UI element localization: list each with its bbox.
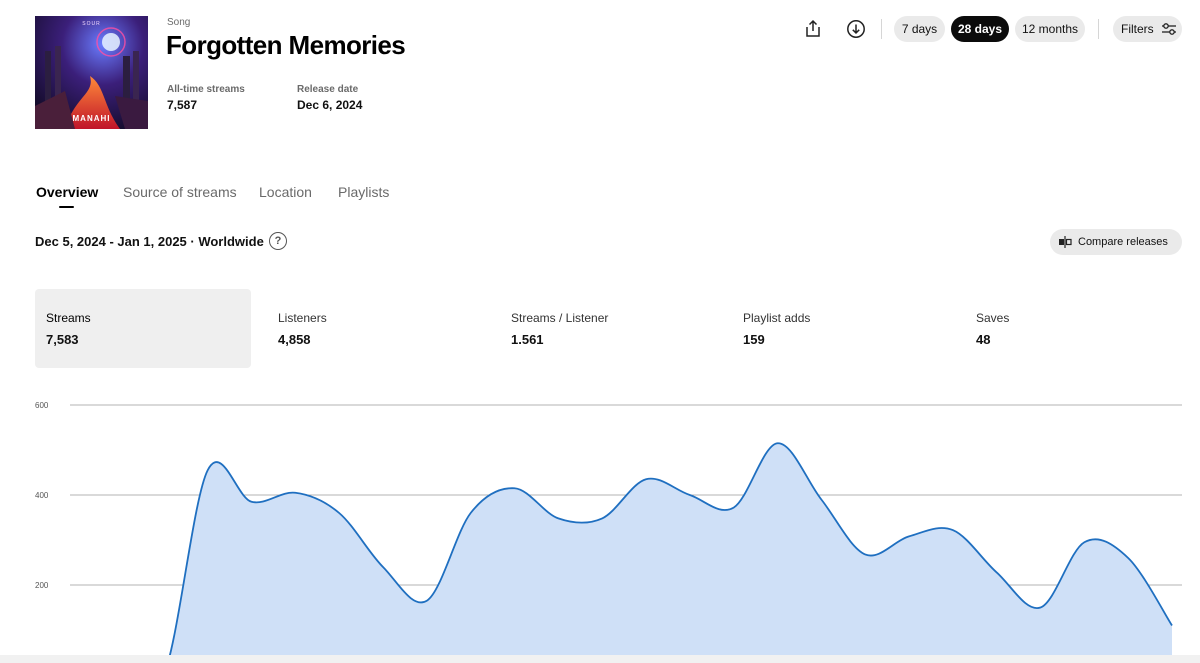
data-point[interactable] (599, 515, 605, 521)
metric-value: 48 (976, 332, 991, 347)
y-tick-label: 200 (35, 581, 49, 590)
metric-value: 159 (743, 332, 765, 347)
data-point[interactable] (1038, 605, 1044, 611)
data-point[interactable] (468, 510, 474, 516)
data-point[interactable] (643, 476, 649, 482)
metric-label: Saves (976, 311, 1010, 325)
range-7-days[interactable]: 7 days (894, 16, 945, 42)
compare-releases-button[interactable]: Compare releases (1050, 229, 1182, 255)
metric-streams[interactable]: Streams 7,583 (35, 289, 251, 368)
filters-button[interactable]: Filters (1113, 16, 1182, 42)
metric-value: 1.561 (511, 332, 544, 347)
data-point[interactable] (687, 492, 693, 498)
data-point[interactable] (1169, 623, 1175, 629)
download-button[interactable] (843, 16, 869, 42)
y-tick-label: 400 (35, 491, 49, 500)
data-point[interactable] (292, 490, 298, 496)
data-point[interactable] (249, 499, 255, 505)
range-12-months[interactable]: 12 months (1015, 16, 1085, 42)
range-28-days[interactable]: 28 days (951, 16, 1009, 42)
data-point[interactable] (994, 569, 1000, 575)
meta-release-date: Release date Dec 6, 2024 (297, 84, 362, 112)
metric-saves[interactable]: Saves 48 (965, 289, 1181, 368)
tab-playlists[interactable]: Playlists (338, 184, 389, 200)
series-area (167, 443, 1172, 663)
data-point[interactable] (512, 485, 518, 491)
tab-overview[interactable]: Overview (36, 184, 98, 200)
data-point[interactable] (818, 497, 824, 503)
filters-label: Filters (1121, 22, 1154, 36)
data-point[interactable] (555, 515, 561, 521)
toolbar-divider (1098, 19, 1099, 39)
toolbar-divider (881, 19, 882, 39)
data-point[interactable] (862, 551, 868, 557)
song-title: Forgotten Memories (166, 30, 406, 60)
cover-top-text: SOUR (82, 21, 101, 27)
metric-value: 7,583 (46, 332, 79, 347)
metric-label: Playlist adds (743, 311, 811, 325)
data-point[interactable] (906, 533, 912, 539)
meta-value: 7,587 (167, 98, 198, 112)
metric-label: Streams (46, 311, 91, 325)
meta-label: Release date (297, 84, 359, 95)
data-point[interactable] (1081, 539, 1087, 545)
y-tick-label: 600 (35, 401, 49, 410)
metric-playlist-adds[interactable]: Playlist adds 159 (732, 289, 948, 368)
data-point[interactable] (205, 467, 211, 473)
metric-streams-per-listener[interactable]: Streams / Listener 1.561 (500, 289, 716, 368)
share-icon (806, 19, 820, 37)
metric-value: 4,858 (278, 332, 311, 347)
question-circle-icon[interactable]: ? (269, 232, 287, 250)
date-range-label: Dec 5, 2024 - Jan 1, 2025 · Worldwide (35, 234, 264, 249)
data-point[interactable] (424, 598, 430, 604)
meta-label: All-time streams (167, 84, 245, 95)
data-point[interactable] (1125, 555, 1131, 561)
data-point[interactable] (336, 510, 342, 516)
bottom-scroll-area (0, 655, 1200, 663)
data-point[interactable] (380, 564, 386, 570)
download-icon (847, 20, 865, 38)
data-point[interactable] (950, 527, 956, 533)
streams-chart: 600 400 200 (35, 401, 1182, 663)
metric-listeners[interactable]: Listeners 4,858 (267, 289, 483, 368)
metric-label: Streams / Listener (511, 311, 609, 325)
tab-location[interactable]: Location (259, 184, 312, 200)
album-cover: SOUR MANAHI (35, 16, 148, 129)
active-tab-indicator (59, 206, 74, 208)
data-point[interactable] (775, 440, 781, 446)
data-point[interactable] (731, 505, 737, 511)
share-button[interactable] (800, 16, 826, 42)
sliders-icon (1161, 23, 1176, 35)
cover-artist-logo: MANAHI (72, 114, 111, 123)
tab-source-of-streams[interactable]: Source of streams (123, 184, 237, 200)
meta-value: Dec 6, 2024 (297, 98, 363, 112)
compare-icon (1059, 236, 1072, 248)
meta-all-time-streams: All-time streams 7,587 (167, 84, 245, 112)
metric-label: Listeners (278, 311, 327, 325)
item-kind: Song (167, 17, 191, 28)
cover-artwork (35, 16, 148, 129)
compare-releases-label: Compare releases (1078, 236, 1168, 248)
